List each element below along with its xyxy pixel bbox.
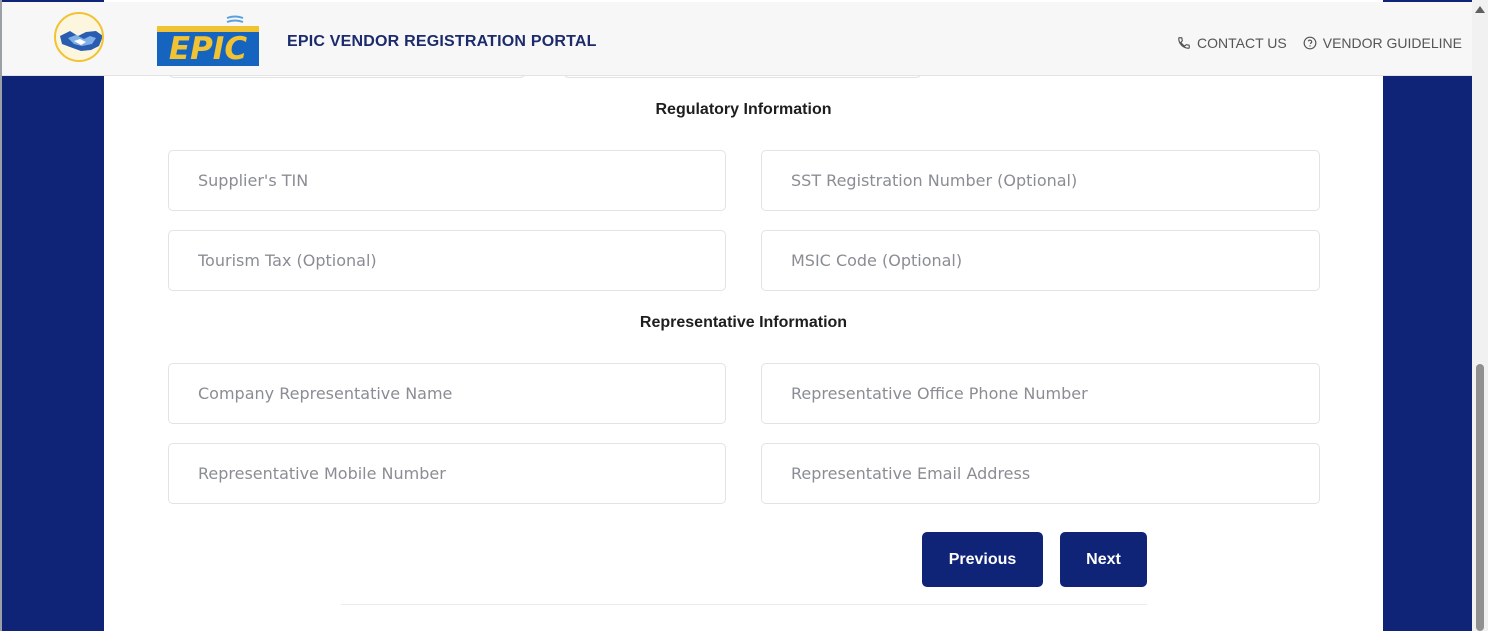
portal-title: EPIC VENDOR REGISTRATION PORTAL bbox=[287, 33, 597, 50]
tourism-tax-field[interactable] bbox=[168, 230, 726, 291]
vendor-guideline-link[interactable]: VENDOR GUIDELINE bbox=[1303, 35, 1462, 51]
sst-registration-field[interactable] bbox=[761, 150, 1320, 211]
contact-us-link[interactable]: CONTACT US bbox=[1177, 35, 1287, 51]
epic-logo[interactable]: EPIC bbox=[157, 12, 259, 68]
representative-section-title: Representative Information bbox=[639, 314, 848, 331]
vendor-guideline-label: VENDOR GUIDELINE bbox=[1322, 35, 1462, 51]
msic-code-field[interactable] bbox=[761, 230, 1320, 291]
representative-email-input[interactable] bbox=[791, 444, 1319, 503]
previous-button[interactable]: Previous bbox=[922, 532, 1043, 587]
representative-mobile-input[interactable] bbox=[198, 444, 725, 503]
sst-registration-input[interactable] bbox=[791, 151, 1319, 210]
header-links: CONTACT US VENDOR GUIDELINE bbox=[1177, 35, 1462, 51]
next-button[interactable]: Next bbox=[1060, 532, 1147, 587]
form-divider bbox=[341, 604, 1147, 605]
background-band-right bbox=[1383, 0, 1472, 631]
handshake-logo-icon[interactable] bbox=[54, 12, 104, 62]
help-circle-icon bbox=[1303, 36, 1317, 50]
msic-code-input[interactable] bbox=[791, 231, 1319, 290]
representative-name-field[interactable] bbox=[168, 363, 726, 424]
representative-office-phone-field[interactable] bbox=[761, 363, 1320, 424]
representative-office-phone-input[interactable] bbox=[791, 364, 1319, 423]
supplier-tin-field[interactable] bbox=[168, 150, 726, 211]
scrollbar-thumb[interactable] bbox=[1476, 364, 1484, 631]
phone-icon bbox=[1178, 37, 1190, 49]
scroll-up-arrow-icon[interactable] bbox=[1475, 6, 1485, 13]
representative-name-input[interactable] bbox=[198, 364, 725, 423]
background-band-left bbox=[2, 0, 104, 631]
supplier-tin-input[interactable] bbox=[198, 151, 725, 210]
representative-email-field[interactable] bbox=[761, 443, 1320, 504]
vertical-scrollbar[interactable] bbox=[1472, 0, 1488, 631]
top-header: EPIC EPIC VENDOR REGISTRATION PORTAL CON… bbox=[2, 2, 1472, 76]
tourism-tax-input[interactable] bbox=[198, 231, 725, 290]
regulatory-section-title: Regulatory Information bbox=[655, 101, 832, 118]
epic-logo-text: EPIC bbox=[169, 31, 247, 67]
contact-us-label: CONTACT US bbox=[1197, 35, 1287, 51]
representative-mobile-field[interactable] bbox=[168, 443, 726, 504]
